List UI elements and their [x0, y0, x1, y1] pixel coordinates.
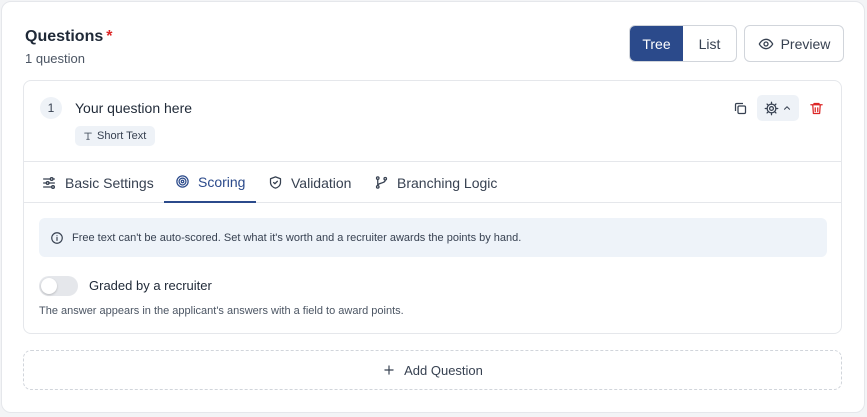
preview-label: Preview [780, 35, 831, 52]
tab-basic-settings[interactable]: Basic Settings [41, 162, 154, 203]
question-title[interactable]: Your question here [75, 100, 192, 116]
add-question-label: Add Question [404, 362, 483, 378]
delete-question-button[interactable] [804, 95, 828, 121]
tab-basic-settings-label: Basic Settings [65, 174, 154, 191]
gear-icon [764, 101, 779, 116]
duplicate-button[interactable] [728, 95, 752, 121]
graded-by-recruiter-toggle[interactable] [39, 276, 78, 296]
plus-icon [382, 363, 396, 377]
scoring-info-banner: Free text can't be auto-scored. Set what… [39, 218, 827, 257]
sliders-icon [41, 175, 57, 191]
page-title: Questions * [25, 28, 112, 46]
tree-view-button[interactable]: Tree [630, 26, 683, 61]
graded-by-recruiter-label: Graded by a recruiter [89, 278, 212, 293]
text-type-icon [83, 131, 93, 141]
question-type-label: Short Text [97, 130, 147, 142]
trash-icon [809, 101, 824, 116]
tab-validation[interactable]: Validation [268, 162, 351, 203]
tab-branching-logic[interactable]: Branching Logic [374, 162, 497, 203]
grading-hint: The answer appears in the applicant's an… [39, 305, 404, 317]
toggle-knob [41, 278, 57, 294]
tab-branching-logic-label: Branching Logic [397, 174, 498, 191]
chevron-up-icon [782, 103, 792, 113]
question-number-badge: 1 [40, 97, 62, 119]
target-icon [175, 174, 190, 189]
branch-icon [374, 175, 389, 190]
info-message: Free text can't be auto-scored. Set what… [72, 231, 522, 244]
question-settings-toggle[interactable] [757, 95, 799, 121]
question-type-badge: Short Text [75, 126, 156, 146]
view-toggle: Tree List [629, 25, 737, 62]
tab-scoring[interactable]: Scoring [164, 162, 257, 203]
tab-scoring-label: Scoring [198, 173, 246, 190]
question-tabs: Basic Settings Scoring Validation Branch… [24, 161, 841, 203]
required-asterisk: * [106, 28, 113, 45]
preview-button[interactable]: Preview [744, 25, 844, 62]
tab-validation-label: Validation [291, 174, 352, 191]
questions-title: Questions [25, 28, 104, 45]
question-card: 1 Your question here Short Text Basic Se… [23, 80, 842, 334]
question-count: 1 question [25, 51, 85, 66]
eye-icon [758, 36, 774, 52]
copy-icon [733, 101, 748, 116]
list-view-button[interactable]: List [683, 26, 736, 61]
shield-check-icon [268, 175, 283, 190]
add-question-button[interactable]: Add Question [23, 350, 842, 390]
info-icon [50, 231, 64, 245]
